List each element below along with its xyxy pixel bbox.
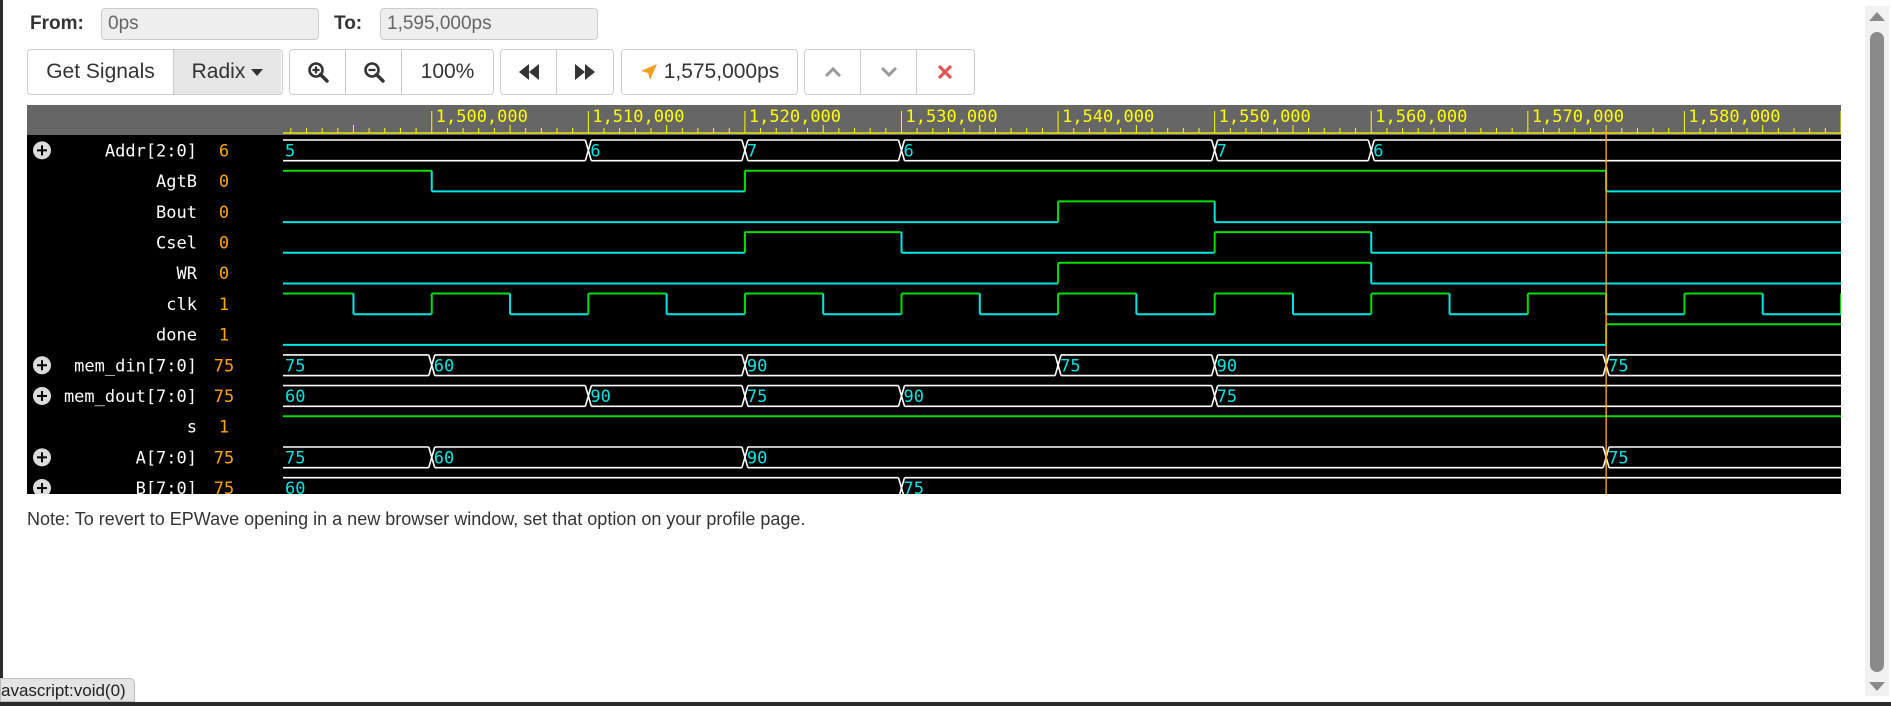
ruler-label: 1,510,000 (592, 107, 684, 127)
bus-value-label: 90 (747, 448, 767, 468)
bus-value-label: 7 (747, 141, 757, 161)
zoom-level-button[interactable]: 100% (402, 50, 493, 94)
zoom-button-group: 100% (289, 49, 494, 95)
from-input[interactable] (101, 8, 319, 40)
radix-dropdown-button[interactable]: Radix (174, 50, 281, 94)
ruler-label: 1,570,000 (1532, 107, 1624, 127)
zoom-out-icon (363, 62, 385, 83)
chevron-up-icon (824, 66, 841, 78)
waveform-background (27, 105, 1841, 494)
signal-value: 75 (214, 479, 234, 494)
bus-value-label: 75 (1608, 356, 1628, 376)
chevron-down-icon (880, 66, 897, 78)
signal-value: 75 (214, 448, 234, 468)
signal-value: 0 (219, 264, 229, 284)
signal-name: s (187, 418, 197, 438)
caret-down-icon (251, 68, 264, 76)
ruler-label: 1,500,000 (436, 107, 528, 127)
bus-value-label: 75 (747, 387, 767, 407)
cursor-time-value: 1,575,000ps (663, 60, 780, 83)
scrollbar-thumb[interactable] (1870, 32, 1884, 672)
ruler-label: 1,560,000 (1375, 107, 1467, 127)
signal-name: mem_dout[7:0] (64, 387, 197, 407)
signal-value: 0 (219, 233, 229, 253)
ruler-label: 1,520,000 (749, 107, 841, 127)
bus-value-label: 75 (1608, 448, 1628, 468)
navigation-button-group (500, 49, 614, 95)
radix-label: Radix (191, 60, 246, 83)
signal-value: 1 (219, 295, 229, 315)
signal-name: mem_din[7:0] (74, 356, 197, 376)
bus-value-label: 60 (285, 387, 305, 407)
waveform-viewer[interactable]: 1,500,000 1,510,000 1,520,000 1,530,000 1,54… (27, 105, 1841, 494)
signal-name: done (156, 326, 197, 346)
previous-edge-button[interactable] (805, 50, 861, 94)
bus-value-label: 6 (590, 141, 600, 161)
signal-name: clk (166, 295, 197, 315)
bus-value-label: 90 (590, 387, 610, 407)
signal-name: Addr[2:0] (105, 141, 197, 161)
bus-value-label: 5 (285, 141, 295, 161)
profile-note: Note: To revert to EPWave opening in a n… (27, 509, 806, 529)
signal-name: A[7:0] (136, 448, 197, 468)
signal-value: 75 (214, 387, 234, 407)
bus-value-label: 90 (904, 387, 924, 407)
bus-value-label: 75 (285, 448, 305, 468)
close-icon (937, 64, 953, 80)
bus-value-label: 75 (1217, 387, 1237, 407)
bus-value-label: 60 (434, 356, 454, 376)
fast-forward-button[interactable] (557, 50, 613, 94)
signal-value: 1 (219, 418, 229, 438)
bus-value-label: 75 (904, 479, 924, 494)
bus-value-label: 90 (1217, 356, 1237, 376)
signal-name: B[7:0] (136, 479, 197, 494)
bus-value-label: 75 (285, 356, 305, 376)
vertical-scrollbar[interactable] (1865, 6, 1889, 696)
ruler-label: 1,530,000 (906, 107, 998, 127)
signal-value: 0 (219, 172, 229, 192)
signal-value: 1 (219, 326, 229, 346)
signal-value: 75 (214, 356, 234, 376)
signal-name: Csel (156, 233, 197, 253)
ruler-label: 1,540,000 (1062, 107, 1154, 127)
rewind-icon (518, 64, 539, 80)
next-edge-button[interactable] (861, 50, 917, 94)
status-bar-url: avascript:void(0) (0, 678, 135, 702)
bus-value-label: 90 (747, 356, 767, 376)
scroll-up-arrow-icon[interactable] (1869, 12, 1885, 21)
get-signals-button[interactable]: Get Signals (28, 50, 174, 94)
cursor-time-group: 1,575,000ps (621, 49, 798, 95)
signal-value: 6 (219, 141, 229, 161)
bus-value-label: 6 (1373, 141, 1383, 161)
to-label: To: (334, 13, 363, 34)
fast-forward-icon (575, 64, 595, 80)
bus-value-label: 6 (904, 141, 914, 161)
zoom-in-icon (307, 62, 329, 83)
ruler-label: 1,550,000 (1219, 107, 1311, 127)
bus-value-label: 60 (434, 448, 454, 468)
signal-value: 0 (219, 203, 229, 223)
scroll-down-arrow-icon[interactable] (1869, 682, 1885, 691)
edge-button-group (804, 49, 975, 95)
ruler-label: 1,580,000 (1688, 107, 1780, 127)
bus-value-label: 60 (285, 479, 305, 494)
zoom-out-button[interactable] (346, 50, 402, 94)
from-label: From: (30, 13, 84, 34)
bus-value-label: 7 (1217, 141, 1227, 161)
bus-value-label: 75 (1060, 356, 1080, 376)
signal-name: WR (177, 264, 198, 284)
rewind-button[interactable] (501, 50, 557, 94)
cursor-time-button[interactable]: 1,575,000ps (622, 50, 797, 94)
zoom-in-button[interactable] (290, 50, 346, 94)
signals-button-group: Get Signals Radix (27, 49, 283, 95)
remove-signal-button[interactable] (917, 50, 973, 94)
signal-name: Bout (156, 203, 197, 223)
window-frame-bottom (0, 702, 1891, 706)
window-frame-left (0, 0, 3, 706)
to-input[interactable] (380, 8, 598, 40)
signal-name: AgtB (156, 172, 197, 192)
cursor-arrow-icon (640, 64, 657, 80)
